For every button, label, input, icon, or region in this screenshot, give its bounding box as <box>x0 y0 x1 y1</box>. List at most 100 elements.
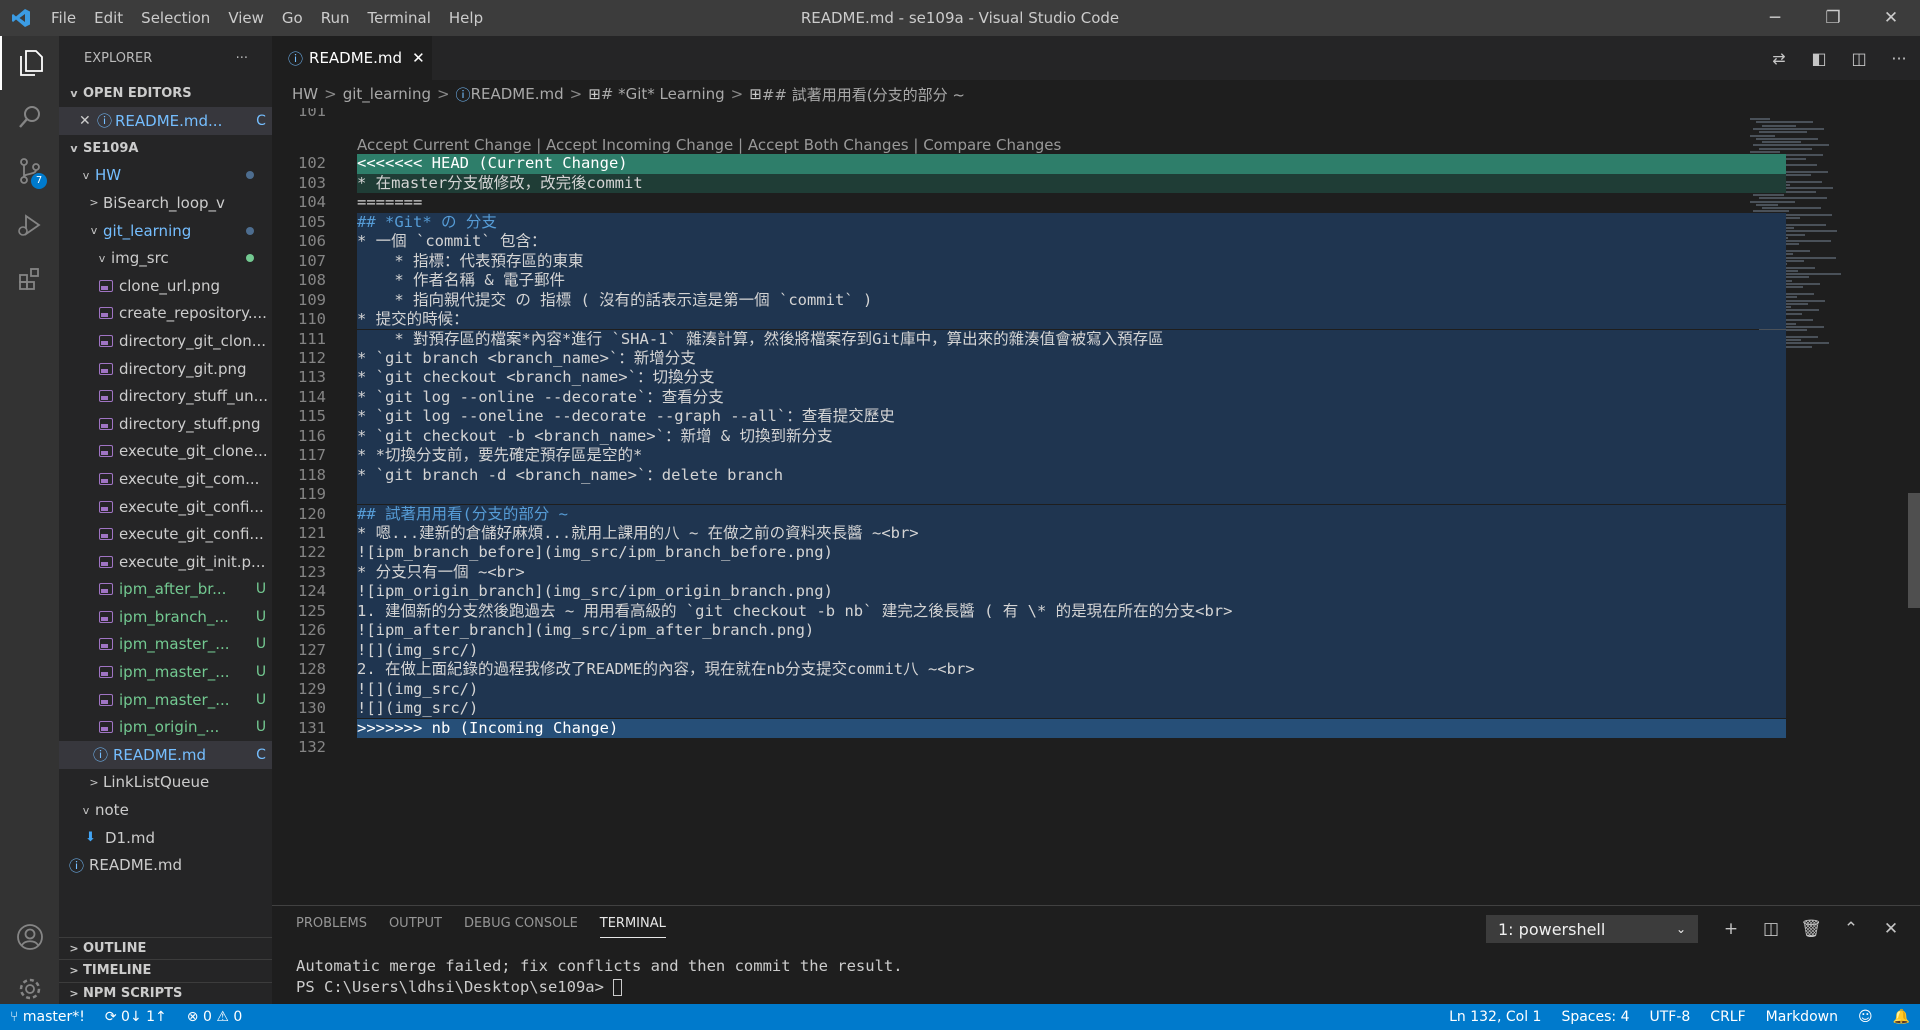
tree-item[interactable]: > LinkListQueue <box>59 769 272 797</box>
tree-item[interactable]: ⬇ D1.md <box>59 824 272 852</box>
minimize-icon[interactable]: ─ <box>1746 0 1804 36</box>
menu-item-edit[interactable]: Edit <box>85 0 132 36</box>
tree-item[interactable]: ipm_master_... U <box>59 658 272 686</box>
language-mode[interactable]: Markdown <box>1756 1009 1848 1025</box>
code-line: 123 * 分支只有一個 ~<br> <box>272 562 1786 583</box>
open-editor-item[interactable]: ✕ ⓘ README.md... C <box>59 107 272 135</box>
feedback-icon[interactable]: ☺ <box>1848 1009 1883 1025</box>
tree-item[interactable]: clone_url.png <box>59 272 272 300</box>
encoding[interactable]: UTF-8 <box>1639 1009 1700 1025</box>
section-npm-scripts[interactable]: > NPM SCRIPTS <box>59 981 272 1005</box>
run-debug-icon[interactable] <box>0 198 59 252</box>
terminal-output[interactable]: Automatic merge failed; fix conflicts an… <box>296 956 903 998</box>
open-changes-icon[interactable]: ⇄ <box>1768 49 1790 68</box>
tree-item[interactable]: create_repository.... <box>59 300 272 328</box>
chevron-right-icon: > <box>89 775 99 789</box>
extensions-icon[interactable] <box>0 252 59 306</box>
indentation[interactable]: Spaces: 4 <box>1551 1009 1639 1025</box>
git-status-dot <box>246 171 254 180</box>
tree-item[interactable]: execute_git_confi... <box>59 520 272 548</box>
accounts-icon[interactable] <box>0 910 59 964</box>
menu-item-selection[interactable]: Selection <box>132 0 219 36</box>
tree-item[interactable]: directory_git_clon... <box>59 327 272 355</box>
panel-tab-problems[interactable]: PROBLEMS <box>296 916 367 938</box>
tree-item-label: directory_git_clon... <box>119 331 267 350</box>
tree-item[interactable]: ipm_master_... U <box>59 631 272 659</box>
workspace-section[interactable]: v SE109A <box>59 135 272 162</box>
more-actions-icon[interactable]: ··· <box>236 51 248 66</box>
menu-item-run[interactable]: Run <box>312 0 359 36</box>
terminal-select[interactable]: 1: powershell ⌄ <box>1486 915 1698 943</box>
panel-tab-output[interactable]: OUTPUT <box>389 916 442 938</box>
editor-tab-bar: ⓘ README.md ✕ ⇄ ◧ ◫ ··· <box>272 36 1920 80</box>
line-number: 116 <box>298 426 326 445</box>
menu-item-view[interactable]: View <box>219 0 273 36</box>
tree-item[interactable]: v git_learning <box>59 217 272 245</box>
tree-item[interactable]: execute_git_confi... <box>59 493 272 521</box>
breadcrumb-item[interactable]: README.md <box>471 85 564 103</box>
source-control-icon[interactable]: 7 <box>0 144 59 198</box>
section-label: TIMELINE <box>83 963 152 979</box>
image-file-icon <box>99 445 113 458</box>
menu-item-go[interactable]: Go <box>273 0 312 36</box>
breadcrumb-item[interactable]: ## 試著用用看(分支的部分 ~ <box>762 84 965 105</box>
problems-status[interactable]: ⊗ 0 ⚠ 0 <box>177 1009 252 1025</box>
breadcrumb-item[interactable]: # *Git* Learning <box>601 85 725 103</box>
code-editor[interactable]: Accept Current Change | Accept Incoming … <box>272 108 1920 905</box>
menu-item-file[interactable]: File <box>42 0 85 36</box>
tree-item[interactable]: execute_git_clone... <box>59 438 272 466</box>
tree-item[interactable]: execute_git_com... <box>59 465 272 493</box>
tree-item[interactable]: v note <box>59 796 272 824</box>
line-content: * `git log --online --decorate`：查看分支 <box>357 387 1786 408</box>
tree-item[interactable]: ⓘ README.md C <box>59 741 272 769</box>
restore-icon[interactable]: ❐ <box>1804 0 1862 36</box>
cursor-position[interactable]: Ln 132, Col 1 <box>1439 1009 1551 1025</box>
section-outline[interactable]: > OUTLINE <box>59 936 272 960</box>
breadcrumb-item[interactable]: HW <box>292 85 318 103</box>
line-ending[interactable]: CRLF <box>1700 1009 1755 1025</box>
split-terminal-icon[interactable]: ◫ <box>1760 919 1782 939</box>
tree-item[interactable]: directory_stuff_un... <box>59 382 272 410</box>
close-window-icon[interactable]: ✕ <box>1862 0 1920 36</box>
section-timeline[interactable]: > TIMELINE <box>59 959 272 982</box>
tree-item[interactable]: directory_git.png <box>59 355 272 383</box>
kill-terminal-icon[interactable]: 🗑 <box>1800 919 1822 939</box>
explorer-icon[interactable] <box>0 36 59 90</box>
tab-close-icon[interactable]: ✕ <box>412 49 425 67</box>
panel-tab-terminal[interactable]: TERMINAL <box>599 916 666 938</box>
panel-tab-debug-console[interactable]: DEBUG CONSOLE <box>464 916 578 938</box>
notifications-icon[interactable]: 🔔 <box>1883 1009 1920 1025</box>
open-editors-section[interactable]: v OPEN EDITORS <box>59 80 272 107</box>
tree-item[interactable]: v img_src <box>59 244 272 272</box>
menu-item-help[interactable]: Help <box>440 0 492 36</box>
editor-scrollbar[interactable] <box>1906 108 1920 905</box>
tree-item[interactable]: ipm_origin_... U <box>59 713 272 741</box>
maximize-panel-icon[interactable]: ⌃ <box>1840 919 1862 939</box>
menu-item-terminal[interactable]: Terminal <box>359 0 440 36</box>
merge-conflict-codelens[interactable]: Accept Current Change | Accept Incoming … <box>357 136 1061 156</box>
tree-item[interactable]: v HW <box>59 162 272 190</box>
tree-item[interactable]: ipm_branch_... U <box>59 603 272 631</box>
line-content: * 一個 `commit` 包含： <box>357 232 1786 252</box>
scrollbar-thumb[interactable] <box>1908 493 1920 608</box>
breadcrumb-item[interactable]: git_learning <box>343 85 431 103</box>
search-icon[interactable] <box>0 90 59 144</box>
close-editor-icon[interactable]: ✕ <box>79 113 97 129</box>
tab-readme[interactable]: ⓘ README.md ✕ <box>272 36 432 80</box>
tree-item[interactable]: ipm_master_... U <box>59 686 272 714</box>
open-preview-icon[interactable]: ◧ <box>1808 49 1830 68</box>
tree-item[interactable]: execute_git_init.p... <box>59 548 272 576</box>
git-status-badge: U <box>255 719 267 736</box>
sync-status[interactable]: ⟳ 0↓ 1↑ <box>95 1009 177 1025</box>
new-terminal-icon[interactable]: + <box>1720 919 1742 939</box>
tree-item[interactable]: ⓘ README.md <box>59 851 272 879</box>
code-line: 115 * `git log --oneline --decorate --gra… <box>272 407 1786 427</box>
close-panel-icon[interactable]: ✕ <box>1880 919 1902 939</box>
tree-item[interactable]: directory_stuff.png <box>59 410 272 438</box>
tree-item[interactable]: > BiSearch_loop_v <box>59 189 272 217</box>
tree-item[interactable]: ipm_after_br... U <box>59 576 272 604</box>
more-actions-icon[interactable]: ··· <box>1888 49 1910 68</box>
split-editor-icon[interactable]: ◫ <box>1848 49 1870 68</box>
git-status-badge: U <box>255 664 267 681</box>
branch-status[interactable]: ⑂ master*! <box>0 1009 95 1025</box>
